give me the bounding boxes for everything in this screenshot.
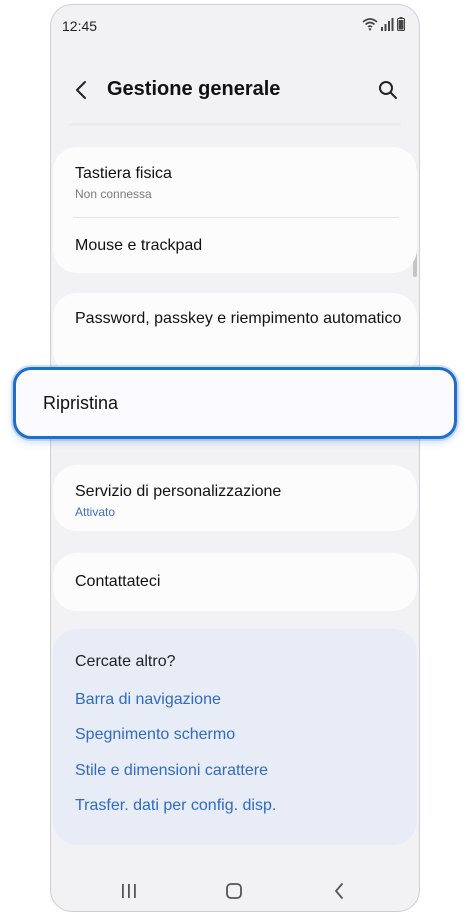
status-icons: [362, 17, 405, 31]
home-icon: [226, 883, 242, 899]
suggestion-link[interactable]: Stile e dimensioni carattere: [75, 762, 268, 780]
settings-group-input: Tastiera fisica Non connessa Mouse e tra…: [53, 147, 417, 273]
scroll-fade-divider: [69, 123, 401, 126]
suggestions-title: Cercate altro?: [75, 653, 176, 670]
search-icon: [379, 81, 397, 99]
suggestions-card: Cercate altro? Barra di navigazione Speg…: [53, 629, 417, 845]
item-title: Mouse e trackpad: [75, 237, 203, 254]
item-subtitle: Attivato: [75, 505, 116, 519]
list-item-servizio-personalizzazione[interactable]: Servizio di personalizzazione Attivato: [75, 480, 403, 519]
battery-icon: [397, 17, 405, 31]
item-title: Password, passkey e riempimento automati…: [75, 310, 402, 327]
settings-group-password: Password, passkey e riempimento automati…: [53, 293, 417, 375]
item-title: Ripristina: [43, 392, 119, 413]
suggestion-link[interactable]: Spegnimento schermo: [75, 726, 235, 744]
back-icon: [335, 883, 343, 899]
item-title: Servizio di personalizzazione: [75, 483, 282, 500]
status-time: 12:45: [62, 18, 98, 34]
navigation-bar: [51, 871, 419, 911]
list-item-mouse-trackpad[interactable]: Mouse e trackpad: [75, 234, 403, 257]
settings-group-contact: Contattateci: [53, 553, 417, 611]
status-bar: 12:45: [51, 5, 419, 45]
settings-group-personalization: Servizio di personalizzazione Attivato: [53, 465, 417, 531]
signal-icon: [381, 17, 394, 31]
search-button[interactable]: [375, 77, 401, 103]
home-button[interactable]: [214, 871, 254, 911]
back-button[interactable]: [69, 77, 93, 103]
suggestion-link[interactable]: Trasfer. dati per config. disp.: [75, 797, 276, 815]
list-item-contattateci[interactable]: Contattateci: [75, 570, 403, 593]
list-item-password-passkey[interactable]: Password, passkey e riempimento automati…: [75, 307, 403, 330]
recent-apps-icon: [122, 884, 136, 898]
suggestion-link[interactable]: Barra di navigazione: [75, 691, 221, 709]
list-item-tastiera-fisica[interactable]: Tastiera fisica Non connessa: [75, 162, 403, 201]
recent-apps-button[interactable]: [109, 871, 149, 911]
item-title: Contattateci: [75, 573, 161, 590]
list-item-ripristina[interactable]: Ripristina: [13, 367, 457, 439]
nav-back-button[interactable]: [319, 871, 359, 911]
page-title: Gestione generale: [107, 78, 281, 100]
phone-frame: 12:45 Gestione generale Tastiera fisica …: [50, 4, 420, 912]
item-subtitle: Non connessa: [75, 187, 152, 201]
item-title: Tastiera fisica: [75, 165, 172, 182]
chevron-left-icon: [76, 81, 86, 99]
divider: [73, 217, 399, 218]
wifi-icon: [362, 18, 378, 31]
app-header: Gestione generale: [51, 67, 419, 117]
